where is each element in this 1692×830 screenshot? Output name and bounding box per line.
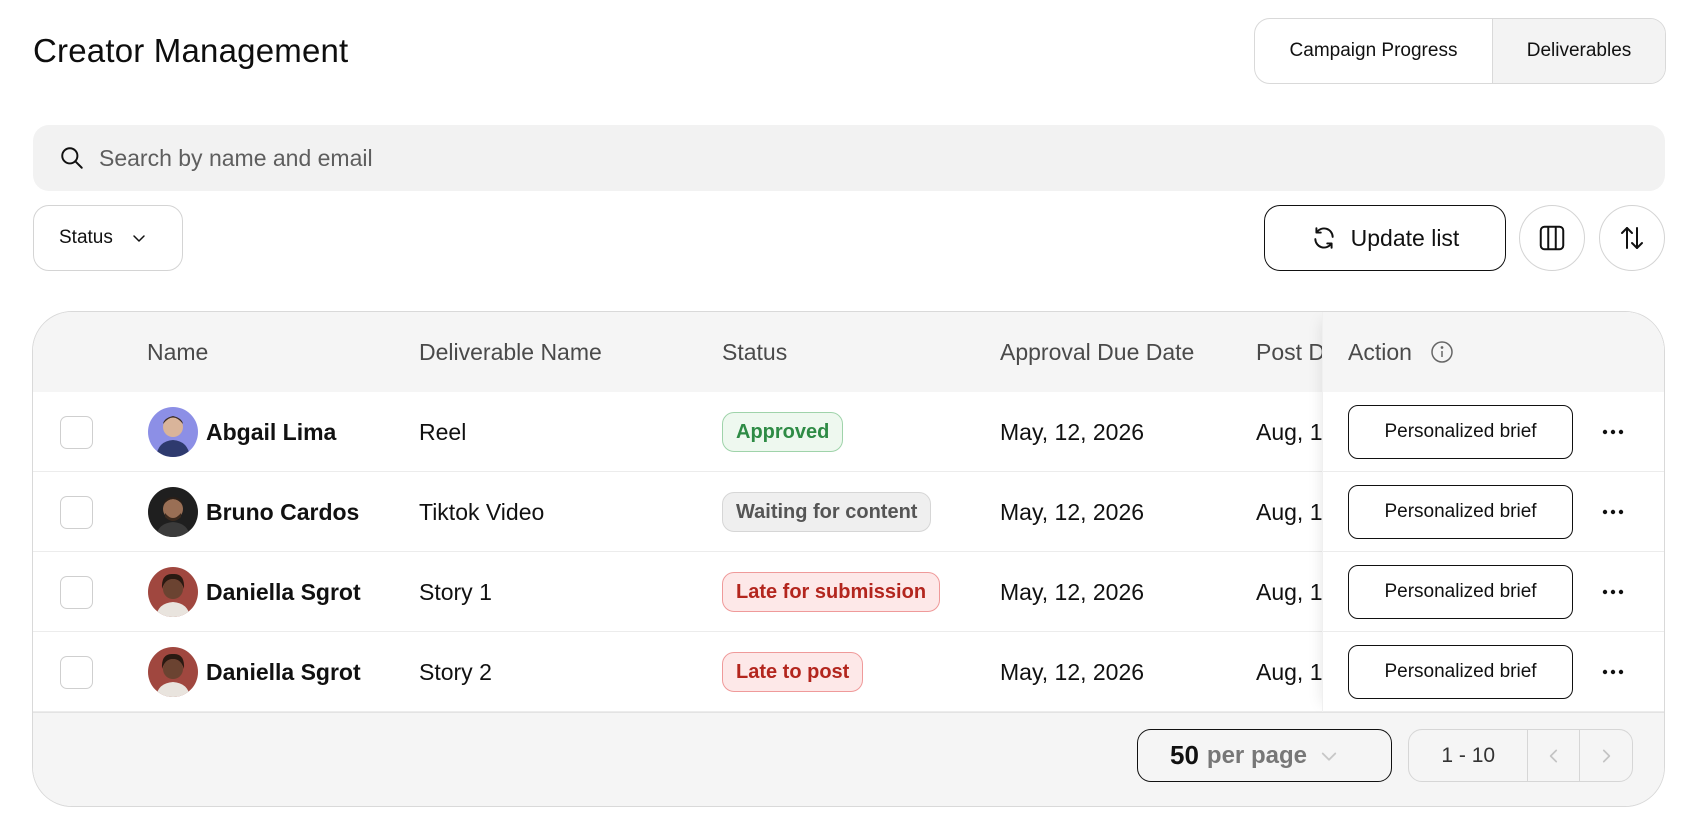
action-cell: Personalized brief	[1323, 552, 1664, 632]
chevron-down-icon	[1321, 752, 1337, 761]
pagination: 1 - 10	[1408, 729, 1633, 782]
personalized-brief-button[interactable]: Personalized brief	[1348, 565, 1573, 619]
status-badge: Late for submission	[722, 572, 941, 612]
header-action: Action	[1323, 312, 1664, 392]
tab-campaign-progress[interactable]: Campaign Progress	[1255, 19, 1492, 83]
per-page-value: 50	[1170, 740, 1199, 770]
header-post-date[interactable]: Post D	[1256, 312, 1325, 392]
action-cell: Personalized brief	[1323, 472, 1664, 552]
search-input[interactable]	[99, 144, 1599, 172]
avatar	[148, 647, 198, 697]
more-options-button[interactable]	[1593, 492, 1633, 532]
approval-due-date: May, 12, 2026	[1000, 658, 1145, 685]
header-action-label: Action	[1348, 338, 1412, 365]
more-options-button[interactable]	[1593, 652, 1633, 692]
sort-button[interactable]	[1599, 205, 1665, 271]
row-checkbox[interactable]	[60, 576, 93, 609]
more-horizontal-icon	[1602, 509, 1624, 515]
approval-due-date: May, 12, 2026	[1000, 578, 1145, 605]
columns-button[interactable]	[1519, 205, 1585, 271]
status-cell: Waiting for content	[722, 472, 932, 552]
deliverable-name: Story 2	[419, 658, 492, 685]
chevron-left-icon	[1549, 749, 1557, 762]
action-cell: Personalized brief	[1323, 632, 1664, 712]
creator-name[interactable]: Daniella Sgrot	[206, 632, 361, 712]
per-page-label: per page	[1206, 741, 1307, 769]
tab-deliverables[interactable]: Deliverables	[1492, 19, 1665, 83]
update-list-button[interactable]: Update list	[1264, 205, 1506, 271]
chevron-right-icon	[1603, 749, 1611, 762]
chevron-down-icon	[133, 235, 145, 242]
avatar	[148, 567, 198, 617]
more-horizontal-icon	[1602, 589, 1624, 595]
deliverable-name: Tiktok Video	[419, 498, 545, 525]
refresh-icon	[1314, 227, 1334, 249]
more-horizontal-icon	[1602, 669, 1624, 675]
status-badge: Waiting for content	[722, 492, 932, 532]
deliverables-table: Name Deliverable Name Status Approval Du…	[32, 311, 1665, 807]
status-cell: Late for submission	[722, 552, 941, 632]
creator-name[interactable]: Daniella Sgrot	[206, 552, 361, 632]
row-checkbox[interactable]	[60, 416, 93, 449]
update-list-label: Update list	[1350, 224, 1460, 251]
status-cell: Approved	[722, 392, 844, 472]
per-page-select[interactable]: 50 per page	[1137, 729, 1392, 782]
personalized-brief-button[interactable]: Personalized brief	[1348, 645, 1573, 699]
more-options-button[interactable]	[1593, 412, 1633, 452]
search-bar	[33, 125, 1665, 191]
avatar	[148, 407, 198, 457]
deliverable-name: Story 1	[419, 578, 492, 605]
page-title: Creator Management	[33, 32, 349, 69]
columns-icon	[1539, 225, 1565, 251]
approval-due-date: May, 12, 2026	[1000, 418, 1145, 445]
avatar	[148, 487, 198, 537]
more-horizontal-icon	[1602, 429, 1624, 435]
more-options-button[interactable]	[1593, 572, 1633, 612]
creator-name[interactable]: Abgail Lima	[206, 392, 336, 472]
view-toggle: Campaign Progress Deliverables	[1254, 18, 1666, 84]
header-deliverable-name[interactable]: Deliverable Name	[419, 312, 602, 392]
row-checkbox[interactable]	[60, 496, 93, 529]
status-badge: Late to post	[722, 652, 864, 692]
previous-page-button[interactable]	[1528, 730, 1581, 781]
status-filter-label: Status	[59, 227, 113, 248]
personalized-brief-button[interactable]: Personalized brief	[1348, 485, 1573, 539]
sort-icon	[1621, 227, 1643, 249]
table-footer: 50 per page 1 - 10	[33, 712, 1664, 806]
action-column: Action Personalized brief Personalized b…	[1322, 312, 1664, 712]
approval-due-date: May, 12, 2026	[1000, 498, 1145, 525]
page-range: 1 - 10	[1409, 730, 1529, 781]
header-status[interactable]: Status	[722, 312, 787, 392]
header-name[interactable]: Name	[147, 312, 208, 392]
next-page-button[interactable]	[1580, 730, 1632, 781]
personalized-brief-button[interactable]: Personalized brief	[1348, 405, 1573, 459]
status-filter-dropdown[interactable]: Status	[33, 205, 183, 271]
row-checkbox[interactable]	[60, 656, 93, 689]
status-badge: Approved	[722, 412, 844, 452]
info-icon[interactable]	[1430, 340, 1454, 364]
status-cell: Late to post	[722, 632, 864, 712]
search-icon	[61, 147, 83, 169]
deliverable-name: Reel	[419, 418, 467, 445]
action-cell: Personalized brief	[1323, 392, 1664, 472]
creator-name[interactable]: Bruno Cardos	[206, 472, 359, 552]
header-approval-due-date[interactable]: Approval Due Date	[1000, 312, 1194, 392]
